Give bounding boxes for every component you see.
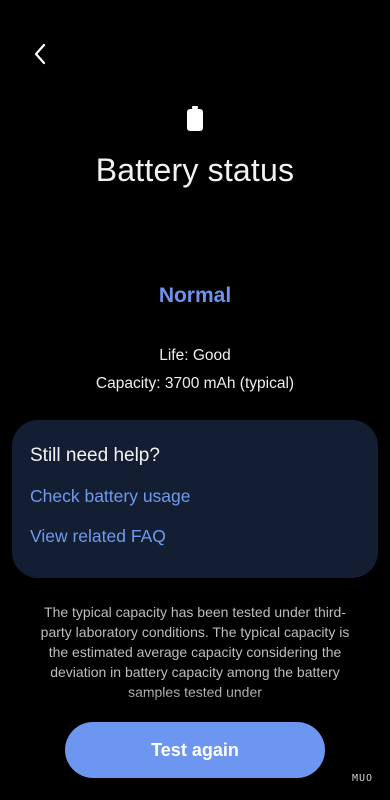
back-button[interactable] bbox=[22, 36, 58, 72]
capacity-disclaimer-text: The typical capacity has been tested und… bbox=[40, 604, 350, 700]
chevron-left-icon bbox=[34, 43, 46, 65]
view-related-faq-link[interactable]: View related FAQ bbox=[30, 526, 166, 547]
battery-icon-container bbox=[0, 106, 390, 132]
test-again-button[interactable]: Test again bbox=[65, 722, 325, 778]
page-title: Battery status bbox=[95, 152, 295, 188]
check-battery-usage-link[interactable]: Check battery usage bbox=[30, 486, 191, 507]
help-card-title: Still need help? bbox=[30, 445, 160, 466]
battery-icon bbox=[187, 106, 203, 131]
watermark-logo: MUO bbox=[348, 772, 376, 785]
help-card: Still need help? Check battery usage Vie… bbox=[12, 420, 378, 578]
battery-status-value: Normal bbox=[158, 284, 232, 307]
battery-life-text: Life: Good bbox=[159, 347, 231, 364]
battery-capacity-text: Capacity: 3700 mAh (typical) bbox=[95, 375, 295, 392]
